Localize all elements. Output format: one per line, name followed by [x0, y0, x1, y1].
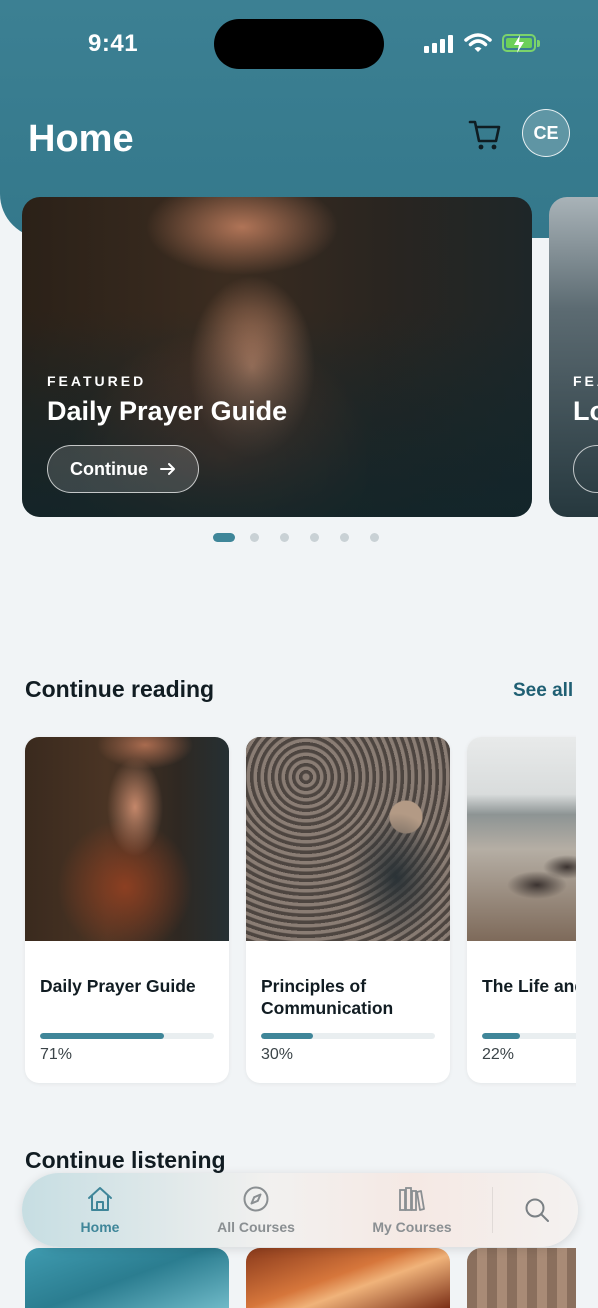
- continue-button[interactable]: [573, 445, 598, 493]
- card-image: [467, 737, 576, 941]
- listening-card[interactable]: [467, 1248, 576, 1308]
- books-icon: [399, 1187, 425, 1211]
- tab-all-courses[interactable]: All Courses: [208, 1173, 304, 1247]
- progress-bar: [261, 1033, 435, 1039]
- tab-my-courses[interactable]: My Courses: [364, 1173, 460, 1247]
- listening-card[interactable]: [246, 1248, 450, 1308]
- continue-button[interactable]: Continue: [47, 445, 199, 493]
- cart-icon[interactable]: [464, 114, 504, 154]
- compass-icon: [243, 1186, 269, 1212]
- carousel-dot[interactable]: [340, 533, 349, 542]
- carousel-pagination: [0, 533, 598, 543]
- card-title: Daily Prayer Guide: [40, 976, 196, 996]
- progress-bar: [40, 1033, 214, 1039]
- card-image: [25, 737, 229, 941]
- reading-card[interactable]: Principles of Communication 30%: [246, 737, 450, 1083]
- status-time: 9:41: [88, 30, 139, 57]
- page-title: Home: [28, 118, 134, 160]
- wifi-icon: [464, 33, 492, 52]
- search-icon: [525, 1198, 549, 1222]
- carousel-dot[interactable]: [310, 533, 319, 542]
- tab-bar: Home All Courses My Courses: [22, 1173, 578, 1247]
- carousel-dot[interactable]: [213, 533, 235, 542]
- tab-label: Home: [80, 1219, 120, 1235]
- featured-card[interactable]: FEATURED Daily Prayer Guide Continue: [22, 197, 532, 517]
- dynamic-island: [214, 19, 384, 69]
- listening-card[interactable]: [25, 1248, 229, 1308]
- continue-reading-list: Daily Prayer Guide 71% Principles of Com…: [0, 720, 576, 1100]
- continue-listening-list: [0, 1248, 576, 1308]
- tab-search[interactable]: [512, 1173, 562, 1247]
- card-title: Principles of Communication: [261, 976, 394, 1018]
- progress-percent: 71%: [40, 1046, 73, 1063]
- card-title: The Life and Ministry of: [482, 976, 576, 996]
- home-icon: [88, 1187, 112, 1211]
- carousel-dot[interactable]: [370, 533, 379, 542]
- tab-home[interactable]: Home: [60, 1173, 140, 1247]
- progress-percent: 22%: [482, 1046, 515, 1063]
- continue-listening-title: Continue listening: [25, 1147, 226, 1173]
- featured-eyebrow: FEA: [573, 373, 598, 389]
- avatar-initials: CE: [533, 122, 559, 143]
- status-bar: 9:41: [0, 0, 598, 88]
- continue-button-label: Continue: [70, 458, 148, 479]
- featured-title: Daily Prayer Guide: [47, 396, 288, 426]
- progress-percent: 30%: [261, 1046, 294, 1063]
- carousel-dot[interactable]: [280, 533, 289, 542]
- reading-card[interactable]: The Life and Ministry of 22%: [467, 737, 576, 1083]
- featured-eyebrow: FEATURED: [47, 373, 147, 389]
- reading-card[interactable]: Daily Prayer Guide 71%: [25, 737, 229, 1083]
- tab-divider: [492, 1187, 493, 1233]
- arrow-right-icon: [160, 463, 175, 475]
- progress-bar: [482, 1033, 576, 1039]
- card-image: [246, 737, 450, 941]
- continue-reading-title: Continue reading: [25, 676, 215, 702]
- carousel-dot[interactable]: [250, 533, 259, 542]
- battery-icon: [502, 34, 540, 53]
- avatar[interactable]: CE: [522, 109, 570, 157]
- featured-card-next[interactable]: FEA Lo: [549, 197, 598, 517]
- see-all-link[interactable]: See all: [513, 680, 573, 702]
- signal-icon: [424, 35, 454, 53]
- tab-label: All Courses: [217, 1219, 295, 1235]
- tab-label: My Courses: [372, 1219, 452, 1235]
- featured-title: Lo: [573, 396, 598, 426]
